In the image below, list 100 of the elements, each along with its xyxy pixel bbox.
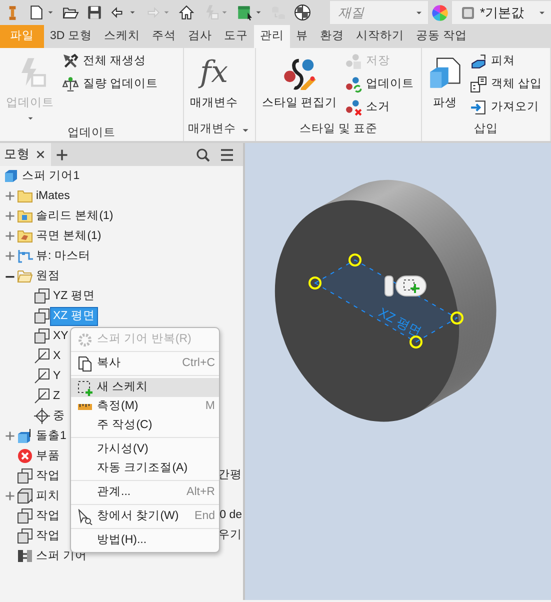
tree-item[interactable]: Y — [51, 368, 63, 384]
new-sketch-button[interactable] — [396, 276, 426, 296]
color-wheel-icon — [431, 4, 449, 22]
ribbon-button[interactable]: 피쳐 — [468, 51, 544, 72]
tree-item[interactable]: 곡면 본체(1) — [34, 228, 104, 244]
expand-icon[interactable] — [4, 490, 16, 502]
ribbon-button[interactable]: 전체 재생성 — [60, 51, 160, 72]
tree-item[interactable]: YZ 평면 — [51, 288, 97, 304]
ribbon-tab[interactable]: 뷰 — [290, 25, 314, 48]
menu-item[interactable]: 창에서 찾기(W) End — [71, 507, 219, 526]
close-icon — [34, 148, 47, 161]
menu-item[interactable]: 복사 Ctrl+C — [71, 354, 219, 373]
menu-item[interactable]: 방법(H)... — [71, 531, 219, 550]
gear-icon — [77, 332, 93, 348]
material-dropdown[interactable]: 재질 — [330, 1, 428, 24]
style-save-icon — [345, 53, 362, 70]
ribbon-large-button[interactable]: fx 매개변수 — [187, 51, 241, 119]
axis-icon — [34, 368, 50, 384]
tree-item[interactable]: 스퍼 기어1 — [20, 168, 82, 184]
ribbon-button[interactable]: 객체 삽입 — [468, 74, 544, 95]
tree-item[interactable]: 뷰: 마스터 — [34, 248, 92, 264]
work-plane-icon — [17, 468, 33, 484]
menu-item[interactable]: 측정(M) M — [71, 397, 219, 416]
ribbon-tab[interactable]: 주석 — [146, 25, 182, 48]
tree-item[interactable]: 중 — [51, 408, 67, 424]
ribbon-tab[interactable]: 3D 모형 — [44, 25, 98, 48]
toolbar-handle[interactable] — [384, 276, 394, 296]
ribbon-tab[interactable]: 환경 — [314, 25, 350, 48]
box-plane-icon — [17, 488, 33, 504]
grip-handle[interactable] — [450, 312, 464, 324]
menu-item[interactable]: 자동 크기조절(A) — [71, 459, 219, 478]
solid-folder-icon — [17, 208, 33, 224]
pointer-magnifier-icon — [77, 508, 93, 524]
ribbon-tab[interactable]: 관리 — [254, 25, 290, 48]
copy-icon — [77, 356, 93, 372]
point-icon — [34, 408, 50, 424]
browser-tab[interactable]: 모형 — [0, 143, 51, 166]
ribbon-tab[interactable]: 도구 — [218, 25, 254, 48]
tree-item[interactable]: 부품 — [34, 448, 62, 464]
folder-icon — [17, 188, 33, 204]
tree-item[interactable]: X — [51, 348, 63, 364]
plus-icon — [55, 148, 69, 162]
tree-item[interactable]: 작업 — [34, 528, 62, 544]
tree-item[interactable]: 원점 — [34, 268, 62, 284]
ribbon-button[interactable]: 소거 — [343, 97, 416, 118]
menu-icon — [219, 146, 235, 162]
box-cursor-icon — [236, 4, 253, 21]
work-plane-icon — [17, 508, 33, 524]
group-title: 매개변수 — [188, 122, 236, 138]
scale-icon — [62, 76, 79, 93]
swatch-icon — [460, 4, 476, 20]
expand-icon[interactable] — [4, 190, 16, 202]
tree-item[interactable]: 돌출1 — [34, 428, 68, 444]
group-title: 삽입 — [474, 122, 498, 138]
ribbon-tab[interactable]: 스케치 — [98, 25, 146, 48]
grip-handle[interactable] — [410, 336, 422, 348]
ribbon-button[interactable]: 질량 업데이트 — [60, 74, 160, 95]
tree-item[interactable]: Z — [51, 388, 62, 404]
plane-icon — [34, 328, 50, 344]
grip-handle[interactable] — [348, 254, 362, 266]
cube-icon — [3, 168, 19, 184]
expand-icon[interactable] — [4, 430, 16, 442]
tree-item[interactable]: 작업 — [34, 508, 62, 524]
tree-item[interactable]: 작업 — [34, 468, 62, 484]
ribbon-large-button[interactable]: 스타일 편집기 — [259, 51, 340, 119]
error-icon — [17, 448, 33, 464]
menu-item[interactable]: 관계... Alt+R — [71, 483, 219, 502]
ball-button[interactable] — [292, 2, 313, 24]
checkered-ball-icon — [294, 4, 311, 21]
menu-item[interactable]: 새 스케치 — [71, 378, 219, 397]
import-arrow-icon — [470, 99, 487, 116]
ribbon-button[interactable]: 업데이트 — [343, 74, 416, 95]
grip-handle[interactable] — [308, 276, 322, 290]
ribbon-large-button[interactable]: 파생 — [425, 51, 465, 119]
plane-icon — [34, 308, 50, 324]
ribbon-button[interactable]: 가져오기 — [468, 97, 544, 118]
ribbon-tab[interactable]: 검사 — [182, 25, 218, 48]
expand-icon[interactable] — [4, 250, 16, 262]
ribbon-tab[interactable]: 시작하기 — [350, 25, 410, 48]
plane-icon — [34, 288, 50, 304]
appearance-dropdown[interactable]: *기본값 — [452, 1, 551, 24]
ribbon-tab[interactable]: 공동 작업 — [410, 25, 474, 48]
tree-item[interactable]: iMates — [34, 188, 72, 204]
tree-item[interactable]: 솔리드 본체(1) — [34, 208, 116, 224]
menu-item[interactable]: 가시성(V) — [71, 440, 219, 459]
feature-icon — [470, 53, 487, 70]
tree-item[interactable]: XY — [51, 328, 70, 344]
expand-icon[interactable] — [4, 230, 16, 242]
new-document-icon — [28, 4, 45, 21]
style-purge-icon — [345, 99, 362, 116]
menu-item[interactable]: 주 작성(C) — [71, 416, 219, 435]
insert-object-icon — [470, 76, 487, 93]
tree-item-text: 우기 — [218, 528, 243, 544]
home-icon — [178, 4, 195, 21]
tree-item[interactable]: 피치 — [34, 488, 62, 504]
expand-icon[interactable] — [4, 210, 16, 222]
material-field[interactable]: 재질 — [338, 2, 408, 22]
fx-icon: fx — [200, 55, 228, 91]
open-folder-icon — [17, 268, 33, 284]
bracket-icon — [17, 548, 33, 564]
